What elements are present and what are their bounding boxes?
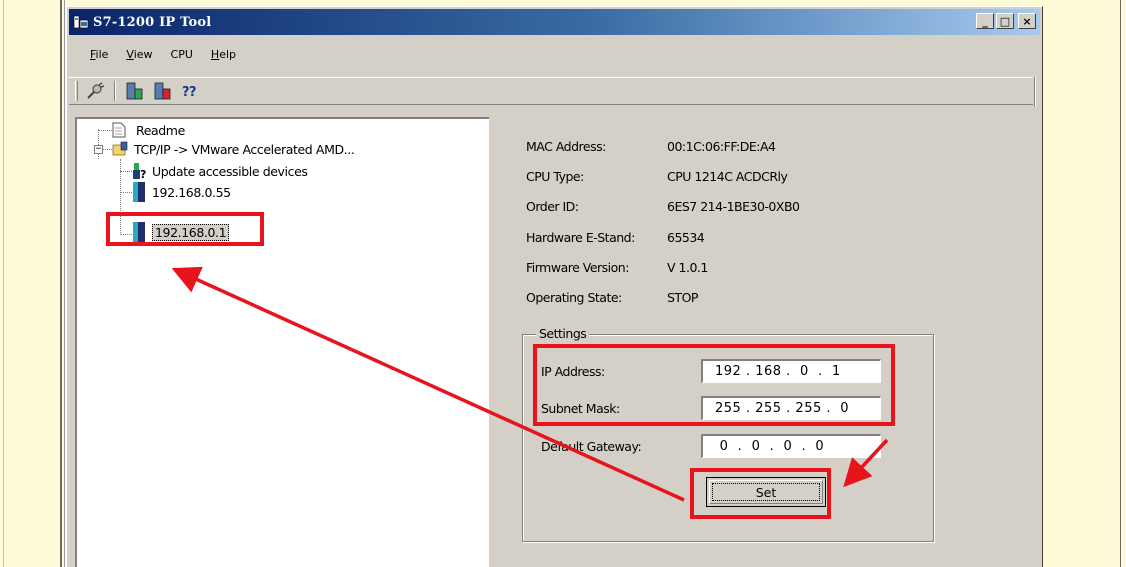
page-frame-divider bbox=[60, 0, 62, 567]
menu-file[interactable]: File bbox=[81, 48, 117, 61]
tree-connector bbox=[120, 171, 132, 172]
order-id-value: 6ES7 214-1BE30-0XB0 bbox=[667, 199, 800, 214]
minimize-button[interactable]: _ bbox=[976, 13, 994, 29]
menu-view-rest: iew bbox=[133, 47, 153, 61]
set-button-label: Set bbox=[755, 484, 777, 500]
tree-item-label-selected: 192.168.0.1 bbox=[152, 223, 230, 241]
tree-item-update-devices[interactable]: ? Update accessible devices bbox=[132, 162, 308, 181]
hardware-label: Hardware E-Stand: bbox=[526, 230, 635, 245]
tree-item-device-55[interactable]: 192.168.0.55 bbox=[132, 182, 231, 202]
cpu-type-label: CPU Type: bbox=[526, 169, 584, 184]
tree-item-readme[interactable]: Readme bbox=[112, 122, 185, 138]
detail-mac: MAC Address: 00:1C:06:FF:DE:A4 bbox=[526, 139, 776, 154]
mac-label: MAC Address: bbox=[526, 139, 606, 154]
tree-item-label: Readme bbox=[136, 122, 185, 138]
connect-icon[interactable] bbox=[84, 80, 106, 102]
cpu-type-value: CPU 1214C ACDCRly bbox=[667, 169, 788, 184]
settings-groupbox: Settings IP Address: 192 . 168 . 0 . 1 S… bbox=[522, 326, 934, 542]
plc-device-icon bbox=[132, 182, 146, 202]
gateway-row: Default Gateway: 0 . 0 . 0 . 0 bbox=[541, 434, 881, 458]
tree-item-label: TCP/IP -> VMware Accelerated AMD... bbox=[134, 141, 355, 157]
app-icon bbox=[73, 14, 89, 30]
toolbar-edge bbox=[1034, 77, 1036, 107]
window-title: S7-1200 IP Tool bbox=[93, 14, 212, 30]
help-icon[interactable]: ? ? bbox=[180, 80, 202, 102]
toolbar-separator bbox=[114, 81, 116, 101]
tree-connector bbox=[98, 130, 112, 131]
page-frame-right bbox=[1120, 0, 1121, 567]
order-id-label: Order ID: bbox=[526, 199, 579, 214]
toolbar: ? ? bbox=[69, 77, 1033, 105]
firmware-value: V 1.0.1 bbox=[667, 260, 708, 275]
set-button[interactable]: Set bbox=[706, 477, 826, 507]
gateway-input[interactable]: 0 . 0 . 0 . 0 bbox=[701, 434, 881, 458]
menu-cpu[interactable]: CPU bbox=[162, 48, 202, 61]
subnet-mask-label: Subnet Mask: bbox=[541, 400, 620, 416]
svg-text:?: ? bbox=[189, 85, 197, 100]
menu-bar: File View CPU Help bbox=[69, 43, 1040, 65]
close-button[interactable]: × bbox=[1018, 13, 1036, 29]
collapse-toggle[interactable]: − bbox=[94, 145, 103, 154]
maximize-button[interactable]: □ bbox=[996, 13, 1014, 29]
tree-connector bbox=[120, 234, 132, 235]
window-controls: _ □ × bbox=[976, 13, 1036, 29]
menu-help-rest: elp bbox=[219, 47, 237, 61]
hardware-value: 65534 bbox=[667, 230, 705, 245]
operating-state-label: Operating State: bbox=[526, 290, 622, 305]
menu-view[interactable]: View bbox=[117, 48, 161, 61]
network-folder-icon bbox=[112, 141, 128, 157]
menu-cpu-label: CPU bbox=[170, 47, 193, 61]
menu-help[interactable]: Help bbox=[202, 48, 245, 61]
tree-connector bbox=[120, 192, 132, 193]
firmware-label: Firmware Version: bbox=[526, 260, 629, 275]
operating-state-value: STOP bbox=[667, 290, 698, 305]
device-details-panel: MAC Address: 00:1C:06:FF:DE:A4 CPU Type:… bbox=[491, 117, 1039, 567]
plc-device-icon bbox=[132, 222, 146, 242]
title-bar[interactable]: S7-1200 IP Tool _ □ × bbox=[69, 9, 1040, 35]
run-cpu-icon[interactable] bbox=[124, 80, 146, 102]
subnet-mask-row: Subnet Mask: 255 . 255 . 255 . 0 bbox=[541, 396, 881, 420]
page-frame-left bbox=[0, 0, 4, 567]
settings-title: Settings bbox=[536, 326, 590, 341]
update-devices-icon: ? bbox=[132, 162, 148, 181]
ip-tool-window: S7-1200 IP Tool _ □ × File View CPU Help bbox=[66, 6, 1043, 567]
tree-item-device-1[interactable]: 192.168.0.1 bbox=[132, 222, 230, 242]
menu-view-mnemonic: V bbox=[126, 47, 134, 61]
gateway-label: Default Gateway: bbox=[541, 438, 642, 454]
device-tree[interactable]: − Readme TCP/IP -> VMware Accelerated AM… bbox=[75, 117, 489, 567]
page-frame-divider-inner bbox=[64, 0, 65, 567]
document-icon bbox=[112, 122, 126, 138]
ip-address-row: IP Address: 192 . 168 . 0 . 1 bbox=[541, 359, 881, 383]
detail-hardware: Hardware E-Stand: 65534 bbox=[526, 230, 705, 245]
stop-cpu-icon[interactable] bbox=[152, 80, 174, 102]
tree-item-label: 192.168.0.55 bbox=[152, 184, 231, 200]
menu-help-mnemonic: H bbox=[210, 47, 220, 61]
svg-text:?: ? bbox=[140, 168, 146, 180]
tree-item-network[interactable]: TCP/IP -> VMware Accelerated AMD... bbox=[112, 141, 355, 157]
mac-value: 00:1C:06:FF:DE:A4 bbox=[667, 139, 776, 154]
toolbar-grip[interactable] bbox=[75, 81, 78, 101]
tree-connector bbox=[103, 149, 112, 150]
detail-order-id: Order ID: 6ES7 214-1BE30-0XB0 bbox=[526, 199, 800, 214]
detail-operating-state: Operating State: STOP bbox=[526, 290, 698, 305]
subnet-mask-input[interactable]: 255 . 255 . 255 . 0 bbox=[701, 396, 881, 420]
detail-firmware: Firmware Version: V 1.0.1 bbox=[526, 260, 708, 275]
ip-address-label: IP Address: bbox=[541, 363, 605, 379]
tree-item-label: Update accessible devices bbox=[152, 163, 308, 179]
menu-file-rest: ile bbox=[95, 47, 109, 61]
detail-cpu-type: CPU Type: CPU 1214C ACDCRly bbox=[526, 169, 788, 184]
ip-address-input[interactable]: 192 . 168 . 0 . 1 bbox=[701, 359, 881, 383]
